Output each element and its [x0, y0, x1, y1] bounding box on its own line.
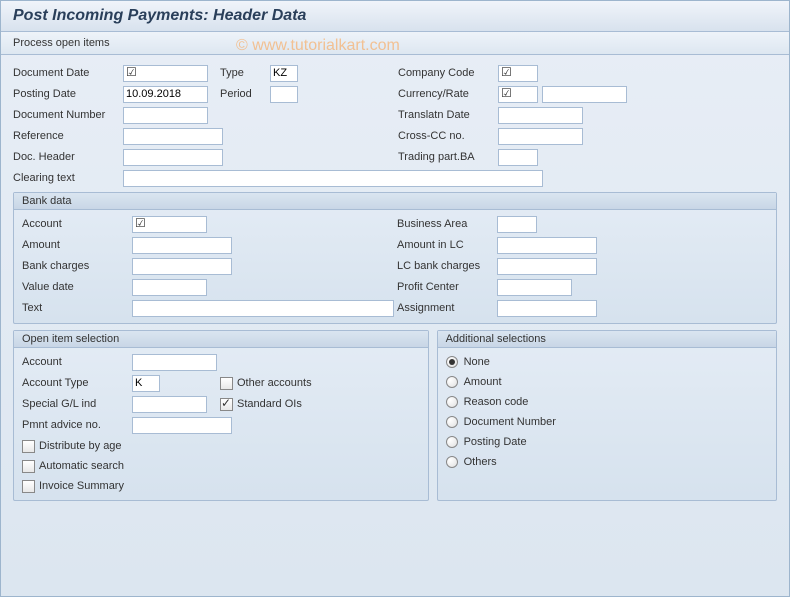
content-area: Document Date Type Posting Date Period D…	[1, 55, 789, 509]
radio-icon[interactable]	[446, 356, 458, 368]
radio-option-others[interactable]: Others	[446, 452, 768, 472]
amount-field[interactable]	[132, 237, 232, 254]
automatic-search-checkbox[interactable]	[22, 460, 35, 473]
business-area-field[interactable]	[497, 216, 537, 233]
bank-data-header: Bank data	[14, 193, 776, 210]
posting-date-field[interactable]	[123, 86, 208, 103]
radio-label: Others	[464, 456, 497, 468]
value-date-label: Value date	[22, 281, 132, 293]
reference-field[interactable]	[123, 128, 223, 145]
radio-icon[interactable]	[446, 376, 458, 388]
document-date-field[interactable]	[123, 65, 208, 82]
open-item-selection-section: Open item selection Account Account Type…	[13, 330, 429, 501]
radio-label: Document Number	[464, 416, 556, 428]
type-field[interactable]	[270, 65, 298, 82]
pmnt-advice-field[interactable]	[132, 417, 232, 434]
process-open-items-button[interactable]: Process open items	[13, 37, 110, 49]
doc-header-label: Doc. Header	[13, 151, 123, 163]
radio-icon[interactable]	[446, 416, 458, 428]
bank-charges-field[interactable]	[132, 258, 232, 275]
radio-option-reason-code[interactable]: Reason code	[446, 392, 768, 412]
amount-lc-field[interactable]	[497, 237, 597, 254]
document-number-label: Document Number	[13, 109, 123, 121]
oi-account-field[interactable]	[132, 354, 217, 371]
bank-charges-label: Bank charges	[22, 260, 132, 272]
invoice-summary-checkbox[interactable]	[22, 480, 35, 493]
sap-window: © www.tutorialkart.com Post Incoming Pay…	[0, 0, 790, 597]
other-accounts-checkbox[interactable]	[220, 377, 233, 390]
period-label: Period	[220, 88, 270, 100]
radio-label: Reason code	[464, 396, 529, 408]
bank-account-field[interactable]	[132, 216, 207, 233]
open-item-header: Open item selection	[14, 331, 428, 348]
radio-label: None	[464, 356, 490, 368]
cross-cc-field[interactable]	[498, 128, 583, 145]
trading-part-label: Trading part.BA	[398, 151, 498, 163]
bank-text-label: Text	[22, 302, 132, 314]
amount-lc-label: Amount in LC	[397, 239, 497, 251]
special-gl-label: Special G/L ind	[22, 398, 132, 410]
invoice-summary-label: Invoice Summary	[39, 480, 124, 492]
standard-ois-label: Standard OIs	[237, 398, 302, 410]
radio-icon[interactable]	[446, 396, 458, 408]
assignment-label: Assignment	[397, 302, 497, 314]
value-date-field[interactable]	[132, 279, 207, 296]
distribute-by-age-label: Distribute by age	[39, 440, 122, 452]
additional-selections-section: Additional selections None Amount Reason c…	[437, 330, 777, 501]
bank-data-section: Bank data Account Amount Bank charge	[13, 192, 777, 324]
clearing-text-label: Clearing text	[13, 172, 123, 184]
lc-bank-charges-label: LC bank charges	[397, 260, 497, 272]
amount-label: Amount	[22, 239, 132, 251]
radio-label: Amount	[464, 376, 502, 388]
period-field[interactable]	[270, 86, 298, 103]
page-title: Post Incoming Payments: Header Data	[1, 1, 789, 32]
company-code-label: Company Code	[398, 67, 498, 79]
other-accounts-label: Other accounts	[237, 377, 312, 389]
currency-field[interactable]	[498, 86, 538, 103]
rate-field[interactable]	[542, 86, 627, 103]
company-code-field[interactable]	[498, 65, 538, 82]
bank-text-field[interactable]	[132, 300, 394, 317]
radio-option-document-number[interactable]: Document Number	[446, 412, 768, 432]
currency-rate-label: Currency/Rate	[398, 88, 498, 100]
radio-label: Posting Date	[464, 436, 527, 448]
radio-option-posting-date[interactable]: Posting Date	[446, 432, 768, 452]
clearing-text-field[interactable]	[123, 170, 543, 187]
radio-icon[interactable]	[446, 456, 458, 468]
oi-account-label: Account	[22, 356, 132, 368]
account-type-label: Account Type	[22, 377, 132, 389]
bank-account-label: Account	[22, 218, 132, 230]
reference-label: Reference	[13, 130, 123, 142]
special-gl-field[interactable]	[132, 396, 207, 413]
translatn-date-field[interactable]	[498, 107, 583, 124]
document-number-field[interactable]	[123, 107, 208, 124]
distribute-by-age-checkbox[interactable]	[22, 440, 35, 453]
assignment-field[interactable]	[497, 300, 597, 317]
cross-cc-label: Cross-CC no.	[398, 130, 498, 142]
translatn-date-label: Translatn Date	[398, 109, 498, 121]
additional-header: Additional selections	[438, 331, 776, 348]
standard-ois-checkbox[interactable]	[220, 398, 233, 411]
account-type-field[interactable]	[132, 375, 160, 392]
business-area-label: Business Area	[397, 218, 497, 230]
radio-option-none[interactable]: None	[446, 352, 768, 372]
document-date-label: Document Date	[13, 67, 123, 79]
lc-bank-charges-field[interactable]	[497, 258, 597, 275]
profit-center-field[interactable]	[497, 279, 572, 296]
radio-option-amount[interactable]: Amount	[446, 372, 768, 392]
radio-icon[interactable]	[446, 436, 458, 448]
doc-header-field[interactable]	[123, 149, 223, 166]
profit-center-label: Profit Center	[397, 281, 497, 293]
type-label: Type	[220, 67, 270, 79]
pmnt-advice-label: Pmnt advice no.	[22, 419, 132, 431]
trading-part-field[interactable]	[498, 149, 538, 166]
posting-date-label: Posting Date	[13, 88, 123, 100]
automatic-search-label: Automatic search	[39, 460, 124, 472]
toolbar: Process open items	[1, 32, 789, 55]
